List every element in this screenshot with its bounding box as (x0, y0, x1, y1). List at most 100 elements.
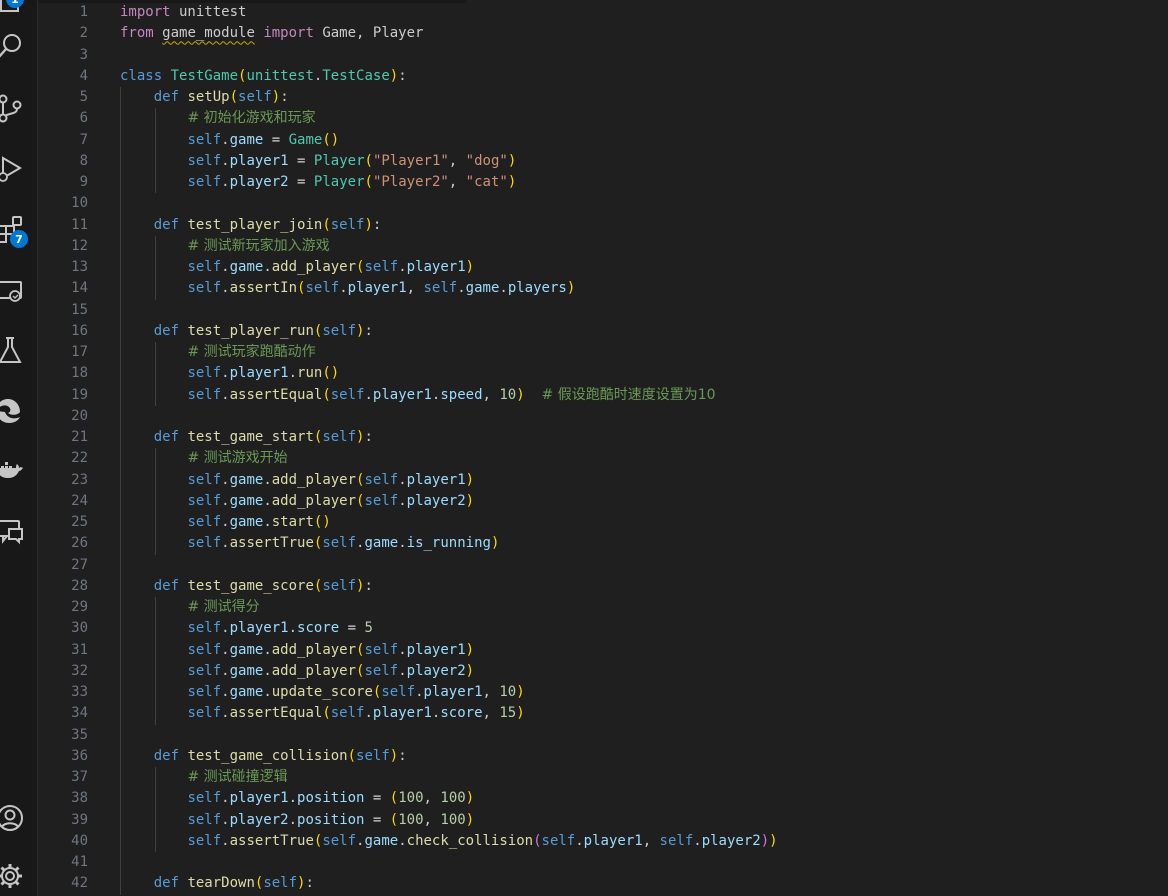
code-text[interactable]: def test_game_start(self): (120, 427, 373, 448)
code-line[interactable]: 36 def test_game_collision(self): (38, 745, 1168, 767)
bracket: () (322, 131, 340, 148)
code-line[interactable]: 24 self.game.add_player(self.player2) (38, 490, 1168, 512)
code-lines[interactable]: 1 import unittest 2 from game_module import… (38, 2, 1168, 895)
code-text[interactable]: self.player2 = Player("Player2", "cat") (120, 172, 516, 193)
code-line[interactable]: 38 self.player1.position = (100, 100) (38, 788, 1168, 810)
code-text[interactable]: # 测试游戏开始 (120, 448, 287, 469)
code-line[interactable]: 23 self.game.add_player(self.player1) (38, 469, 1168, 491)
code-line[interactable]: 40 self.assertTrue(self.game.check_colli… (38, 830, 1168, 852)
code-text: . (263, 662, 272, 679)
code-text[interactable]: class TestGame(unittest.TestCase): (120, 66, 407, 87)
code-line[interactable]: 20 (38, 405, 1168, 427)
code-line[interactable]: 31 self.game.add_player(self.player1) (38, 639, 1168, 661)
code-line[interactable]: 41 (38, 852, 1168, 874)
code-text[interactable]: self.player1 = Player("Player1", "dog") (120, 151, 516, 172)
code-line[interactable]: 7 self.game = Game() (38, 129, 1168, 151)
code-line[interactable]: 16 def test_player_run(self): (38, 320, 1168, 342)
code-text[interactable]: # 测试玩家跑酷动作 (120, 342, 315, 363)
code-text[interactable]: self.assertIn(self.player1, self.game.pl… (120, 278, 575, 299)
code-line[interactable]: 25 self.game.start() (38, 512, 1168, 534)
docker-icon[interactable] (0, 450, 30, 490)
code-text[interactable]: self.game.add_player(self.player1) (120, 640, 474, 661)
remote-explorer-icon[interactable] (0, 270, 30, 310)
code-line[interactable]: 21 def test_game_start(self): (38, 427, 1168, 449)
search-icon[interactable] (0, 26, 30, 66)
code-line[interactable]: 19 self.assertEqual(self.player1.speed, … (38, 384, 1168, 406)
code-line[interactable]: 5 def setUp(self): (38, 87, 1168, 109)
code-line[interactable]: 29 # 测试得分 (38, 597, 1168, 619)
code-line[interactable]: 33 self.game.update_score(self.player1, … (38, 682, 1168, 704)
code-line[interactable]: 39 self.player2.position = (100, 100) (38, 809, 1168, 831)
line-number: 16 (71, 322, 88, 339)
code-line[interactable]: 11 def test_player_join(self): (38, 214, 1168, 236)
code-text[interactable]: self.player1.score = 5 (120, 618, 373, 639)
code-line[interactable]: 26 self.assertTrue(self.game.is_running) (38, 533, 1168, 555)
code-line[interactable]: 8 self.player1 = Player("Player1", "dog"… (38, 150, 1168, 172)
run-debug-icon[interactable] (0, 148, 30, 188)
code-line[interactable]: 32 self.game.add_player(self.player2) (38, 660, 1168, 682)
code-text[interactable]: self.game.start() (120, 512, 330, 533)
code-line[interactable]: 34 self.assertEqual(self.player1.score, … (38, 703, 1168, 725)
code-text[interactable]: def test_game_score(self): (120, 576, 373, 597)
identifier: game (229, 492, 264, 509)
function-name: add_player (271, 471, 357, 488)
code-line[interactable]: 14 self.assertIn(self.player1, self.game… (38, 278, 1168, 300)
code-text[interactable]: def test_player_join(self): (120, 215, 382, 236)
code-text[interactable]: from game_module import Game, Player (120, 23, 423, 44)
code-text[interactable]: self.game.add_player(self.player1) (120, 257, 474, 278)
code-line[interactable]: 37 # 测试碰撞逻辑 (38, 767, 1168, 789)
line-number: 1 (79, 4, 88, 20)
code-text[interactable]: import unittest (120, 2, 246, 23)
code-line[interactable]: 9 self.player2 = Player("Player2", "cat"… (38, 172, 1168, 194)
accounts-icon[interactable] (0, 798, 30, 838)
code-text: . (457, 280, 466, 297)
testing-icon[interactable] (0, 330, 30, 370)
code-text[interactable]: self.assertEqual(self.player1.speed, 10)… (120, 385, 715, 406)
code-text[interactable]: def setUp(self): (120, 87, 289, 108)
code-text[interactable]: def test_game_collision(self): (120, 746, 407, 767)
code-text[interactable]: self.game.update_score(self.player1, 10) (120, 682, 524, 703)
code-line[interactable]: 1 import unittest (38, 2, 1168, 23)
manage-gear-icon[interactable] (0, 856, 30, 896)
code-line[interactable]: 2 from game_module import Game, Player (38, 23, 1168, 44)
code-text[interactable]: def tearDown(self): (120, 873, 314, 894)
code-text[interactable]: # 测试新玩家加入游戏 (120, 236, 329, 257)
code-text[interactable]: self.game.add_player(self.player2) (120, 491, 474, 512)
code-text[interactable]: self.game.add_player(self.player2) (120, 661, 474, 682)
code-line[interactable]: 18 self.player1.run() (38, 363, 1168, 385)
code-text[interactable]: self.game.add_player(self.player1) (120, 470, 474, 491)
code-text[interactable]: self.assertTrue(self.game.is_running) (120, 533, 499, 554)
code-line[interactable]: 22 # 测试游戏开始 (38, 448, 1168, 470)
code-line[interactable]: 15 (38, 299, 1168, 321)
code-text[interactable]: self.assertTrue(self.game.check_collisio… (120, 831, 777, 852)
code-text[interactable]: self.player1.position = (100, 100) (120, 788, 474, 809)
code-line[interactable]: 17 # 测试玩家跑酷动作 (38, 342, 1168, 364)
edge-devtools-icon[interactable] (0, 390, 30, 430)
code-line[interactable]: 6 # 初始化游戏和玩家 (38, 108, 1168, 130)
code-line[interactable]: 35 (38, 724, 1168, 746)
code-text[interactable]: self.player1.run() (120, 363, 339, 384)
chat-icon[interactable] (0, 510, 30, 550)
code-line[interactable]: 3 (38, 45, 1168, 66)
code-text[interactable]: self.game = Game() (120, 130, 339, 151)
code-text[interactable]: def test_player_run(self): (120, 321, 373, 342)
code-text[interactable]: self.player2.position = (100, 100) (120, 810, 474, 831)
self-keyword: self (187, 641, 222, 658)
code-editor[interactable]: 1 import unittest 2 from game_module import… (38, 0, 1168, 896)
code-line[interactable]: 12 # 测试新玩家加入游戏 (38, 235, 1168, 257)
bracket: () (322, 365, 340, 382)
code-text[interactable]: self.assertEqual(self.player1.score, 15) (120, 703, 524, 724)
code-line[interactable]: 13 self.game.add_player(self.player1) (38, 257, 1168, 279)
code-line[interactable]: 42 def tearDown(self): (38, 873, 1168, 895)
code-text[interactable]: # 测试碰撞逻辑 (120, 767, 287, 788)
code-line[interactable]: 30 self.player1.score = 5 (38, 618, 1168, 640)
code-text: : (364, 322, 373, 339)
code-line[interactable]: 10 (38, 193, 1168, 215)
source-control-icon[interactable] (0, 88, 30, 128)
code-text[interactable]: # 初始化游戏和玩家 (120, 108, 315, 129)
code-text[interactable]: # 测试得分 (120, 597, 259, 618)
code-line[interactable]: 27 (38, 554, 1168, 576)
code-line[interactable]: 28 def test_game_score(self): (38, 575, 1168, 597)
code-line[interactable]: 4 class TestGame(unittest.TestCase): (38, 66, 1168, 87)
